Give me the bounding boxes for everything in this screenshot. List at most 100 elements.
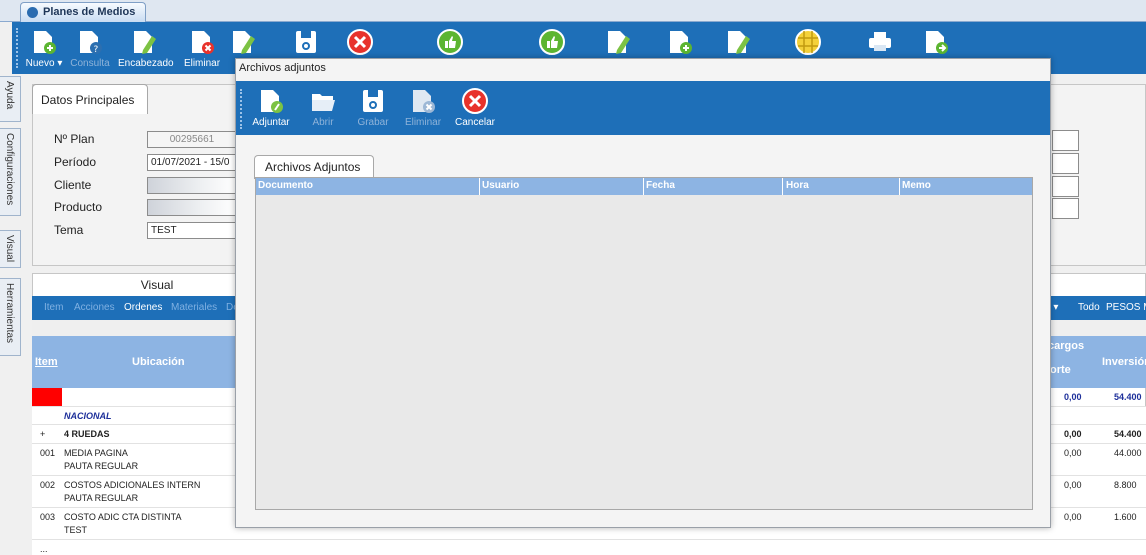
folder-open-icon [312,94,335,111]
menu-materiales[interactable]: Materiales [171,302,217,313]
consulta-button[interactable]: ? Consulta [64,24,116,72]
app-tab-planes-de-medios[interactable]: Planes de Medios [20,2,147,22]
col-item[interactable]: Item [35,356,58,368]
floppy-disk-icon [363,90,383,112]
svg-text:?: ? [94,45,99,55]
delete-document-icon [192,31,214,54]
dialog-toolbar-grip[interactable] [240,89,242,129]
right-field-4[interactable] [1052,198,1079,219]
adjuntar-label: Adjuntar [252,117,290,128]
col-divider[interactable] [643,178,644,195]
sidetab-ayuda-label: Ayuda [4,81,15,110]
cell-ubicacion: 4 RUEDAS [64,429,110,439]
encabezado-button[interactable]: Encabezado [118,24,174,72]
grabar-button[interactable]: Grabar [350,83,396,128]
cell-ubicacion: MEDIA PAGINA [64,448,128,458]
col-memo[interactable]: Memo [902,180,931,191]
field-nro-plan[interactable]: 00295661 [147,131,237,148]
cancelar-label: Cancelar [454,117,496,128]
abrir-button[interactable]: Abrir [300,83,346,128]
cell-importe: 0,00 [1064,392,1082,402]
menu-ordenes[interactable]: Ordenes [124,302,162,313]
sidetab-visual[interactable]: Visual [0,230,21,268]
edit-document-icon [608,31,630,54]
cell-inversion: 1.600 [1114,512,1137,522]
tab-datos-principales[interactable]: Datos Principales [32,84,148,114]
dialog-title: Archivos adjuntos [239,62,326,74]
consulta-label: Consulta [70,58,110,69]
label-cliente: Cliente [54,178,92,192]
adjuntar-button[interactable]: Adjuntar [248,83,294,128]
cell-inversion: 54.400 [1114,392,1142,402]
dialog-toolbar: Adjuntar Abrir Grabar Eliminar Cancelar [236,81,1050,135]
sidetab-herramientas[interactable]: Herramientas [0,278,21,356]
field-cliente[interactable] [147,177,237,194]
cell-importe: 0,00 [1064,512,1082,522]
col-cargos[interactable]: cargos [1048,340,1084,352]
attach-document-icon [261,90,283,113]
cell-importe: 0,00 [1064,480,1082,490]
col-usuario[interactable]: Usuario [482,180,519,191]
menu-todo[interactable]: Todo [1078,302,1100,313]
col-importe[interactable]: orte [1050,364,1071,376]
field-periodo[interactable]: 01/07/2021 - 15/0 [147,154,237,171]
label-tema: Tema [54,223,84,237]
cancel-icon [462,88,488,114]
col-fecha[interactable]: Fecha [646,180,675,191]
menu-item[interactable]: Item [44,302,63,313]
cell-ubicacion: COSTO ADIC CTA DISTINTA [64,512,182,522]
query-document-icon: ? [80,31,102,55]
col-divider[interactable] [899,178,900,195]
app-tab-label: Planes de Medios [43,6,136,18]
eliminar-button[interactable]: Eliminar [176,24,228,72]
cell-item: + [40,429,46,439]
cell-importe: 0,00 [1064,448,1082,458]
field-producto[interactable] [147,199,237,216]
eliminar-label: Eliminar [183,58,221,69]
label-periodo: Período [54,155,97,169]
col-divider[interactable] [782,178,783,195]
cell-item: ... [40,544,48,554]
edit-document-icon [134,31,156,54]
cell-item: 003 [40,512,56,522]
edit-document-icon [233,31,255,54]
eliminar-adjunto-button[interactable]: Eliminar [400,83,446,128]
encabezado-label: Encabezado [118,58,174,69]
right-field-3[interactable] [1052,176,1079,197]
field-tema[interactable]: TEST [147,222,237,239]
delete-document-icon [413,90,435,113]
cell-importe: 0,00 [1064,429,1082,439]
right-field-1[interactable] [1052,130,1079,151]
sidetab-configuraciones-label: Configuraciones [4,133,15,206]
edit-document-icon [728,31,750,54]
thumbs-up-icon [539,29,565,55]
printer-icon [869,32,891,51]
nuevo-label: Nuevo ▾ [25,58,63,69]
sidetab-herramientas-label: Herramientas [4,283,15,344]
sidetab-ayuda[interactable]: Ayuda [0,76,21,122]
tab-archivos-adjuntos[interactable]: Archivos Adjuntos [254,155,374,179]
sidetab-visual-label: Visual [4,235,15,263]
right-field-2[interactable] [1052,153,1079,174]
cell-inversion: 44.000 [1114,448,1142,458]
cell-ubicacion-detalle: TEST [64,525,88,535]
abrir-label: Abrir [312,117,334,128]
col-hora[interactable]: Hora [786,180,809,191]
col-divider[interactable] [479,178,480,195]
sidetab-configuraciones[interactable]: Configuraciones [0,128,21,216]
new-document-icon [670,31,692,54]
cancelar-button[interactable]: Cancelar [452,83,498,128]
cell-inversion: 54.400 [1114,429,1142,439]
table-row[interactable]: ... [32,540,1146,555]
col-ubicacion[interactable]: Ubicación [132,356,185,368]
cell-inversion: 8.800 [1114,480,1137,490]
label-nro-plan: Nº Plan [54,132,95,146]
col-inversion[interactable]: Inversión [1102,356,1146,368]
menu-pesos[interactable]: PESOS M [1106,302,1146,313]
attachments-grid[interactable] [255,177,1033,510]
menu-acciones[interactable]: Acciones [74,302,115,313]
eliminar-adjunto-label: Eliminar [404,117,442,128]
cell-ubicacion: NACIONAL [64,411,112,421]
col-documento[interactable]: Documento [258,180,313,191]
nuevo-button[interactable]: Nuevo ▾ [18,24,70,72]
